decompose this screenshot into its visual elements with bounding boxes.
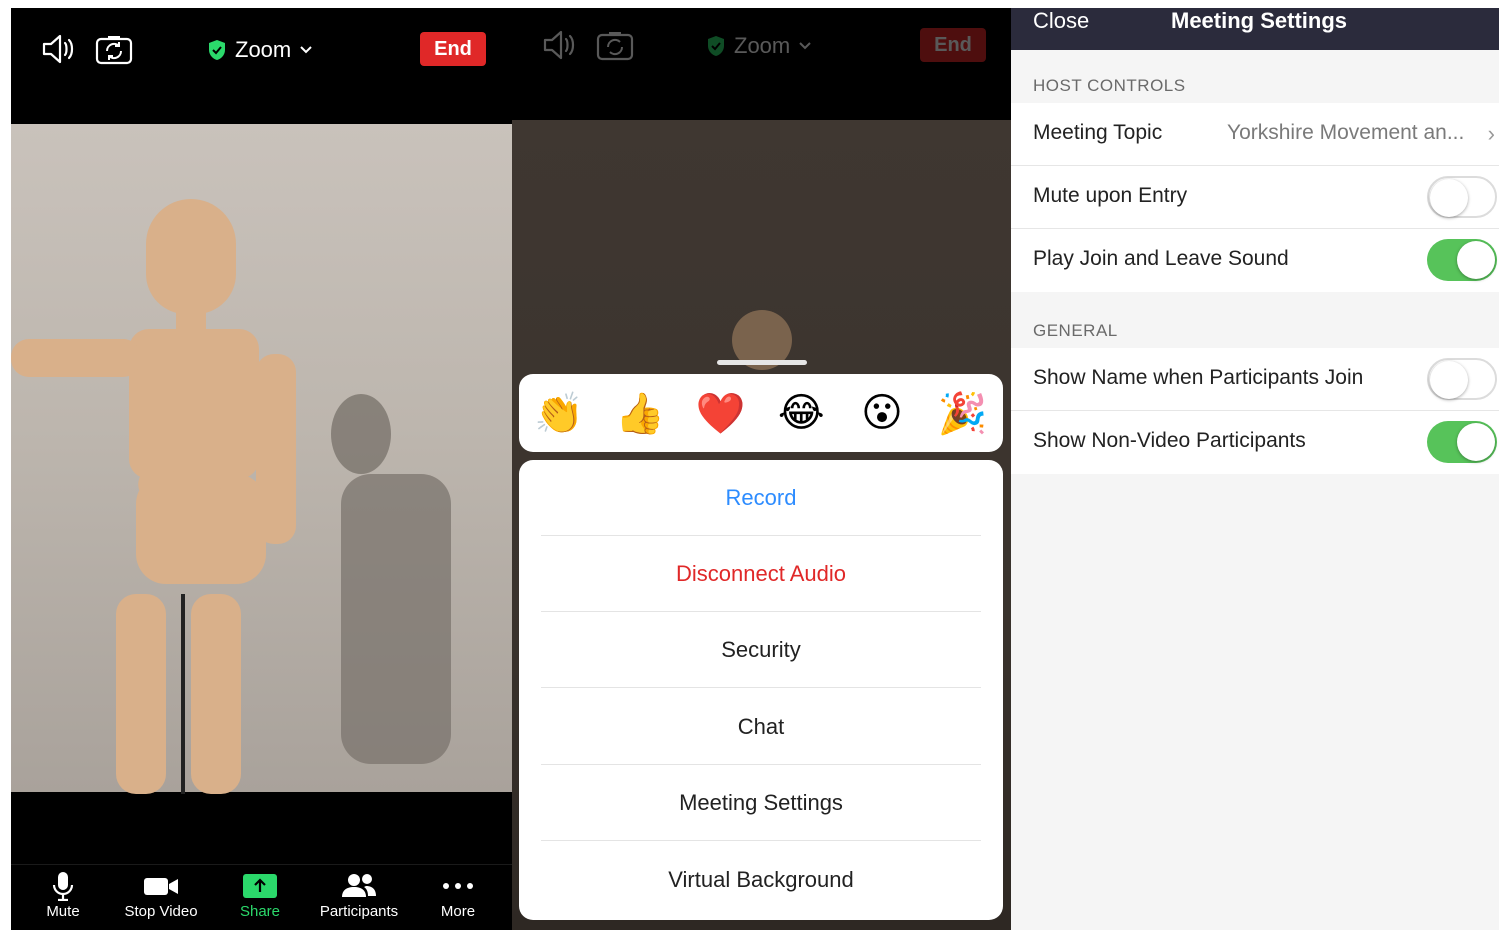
meeting-topic-row[interactable]: Meeting Topic Yorkshire Movement an... › xyxy=(1011,103,1499,166)
show-name-toggle[interactable] xyxy=(1427,358,1497,400)
end-meeting-button: End xyxy=(920,28,986,62)
more-menu-screen: Zoom End 👏 👍 ❤️ 😂 😮 🎉 Record Disconnect … xyxy=(512,8,1011,930)
page-title: Meeting Settings xyxy=(1171,8,1348,33)
speaker-icon xyxy=(542,28,580,62)
clap-reaction[interactable]: 👏 xyxy=(529,390,589,437)
meeting-title: Zoom xyxy=(734,33,791,58)
mute-upon-entry-label: Mute upon Entry xyxy=(1033,184,1188,207)
secure-shield-icon xyxy=(708,36,724,56)
stop-video-button[interactable]: Stop Video xyxy=(111,871,211,920)
switch-camera-icon xyxy=(596,28,634,62)
self-video-feed xyxy=(11,124,512,794)
thumbs-up-reaction[interactable]: 👍 xyxy=(610,390,670,437)
meeting-settings-menu-item[interactable]: Meeting Settings xyxy=(541,765,981,841)
share-button[interactable]: Share xyxy=(210,871,310,920)
meeting-top-bar: Zoom End xyxy=(11,8,512,88)
secure-shield-icon xyxy=(209,40,225,60)
meeting-title: Zoom xyxy=(235,37,292,62)
end-meeting-button[interactable]: End xyxy=(420,32,486,66)
host-controls-header: HOST CONTROLS xyxy=(1033,76,1186,95)
meeting-title-dropdown: Zoom xyxy=(706,30,812,62)
reactions-bar: 👏 👍 ❤️ 😂 😮 🎉 xyxy=(519,374,1003,452)
heart-reaction[interactable]: ❤️ xyxy=(691,390,751,437)
show-name-label: Show Name when Participants Join xyxy=(1033,366,1364,389)
microphone-icon xyxy=(52,872,74,901)
disconnect-audio-menu-item[interactable]: Disconnect Audio xyxy=(541,536,981,612)
chevron-right-icon: › xyxy=(1487,121,1495,146)
mute-upon-entry-row: Mute upon Entry xyxy=(1011,166,1499,229)
surprised-reaction[interactable]: 😮 xyxy=(852,390,912,436)
chevron-down-icon xyxy=(799,42,811,50)
meeting-topic-value: Yorkshire Movement an... xyxy=(1227,121,1465,144)
meeting-settings-screen: Close Meeting Settings HOST CONTROLS Mee… xyxy=(1011,8,1499,930)
join-leave-sound-row: Play Join and Leave Sound xyxy=(1011,229,1499,292)
meeting-screen: Zoom End Mute Stop Video Share Participa… xyxy=(11,8,512,930)
record-menu-item[interactable]: Record xyxy=(541,460,981,536)
sheet-drag-handle[interactable] xyxy=(717,360,807,365)
chat-menu-item[interactable]: Chat xyxy=(541,689,981,765)
speaker-icon[interactable] xyxy=(41,32,79,66)
more-button[interactable]: More xyxy=(408,871,508,920)
meeting-topic-label: Meeting Topic xyxy=(1033,121,1163,144)
participants-button[interactable]: Participants xyxy=(309,871,409,920)
more-menu: Record Disconnect Audio Security Chat Me… xyxy=(519,460,1003,920)
security-menu-item[interactable]: Security xyxy=(541,612,981,688)
join-leave-sound-toggle[interactable] xyxy=(1427,239,1497,281)
meeting-title-dropdown[interactable]: Zoom xyxy=(207,34,313,66)
participants-icon xyxy=(342,874,376,897)
joy-reaction[interactable]: 😂 xyxy=(771,390,831,436)
more-dots-icon xyxy=(443,883,473,889)
close-button[interactable]: Close xyxy=(1033,8,1089,34)
general-header: GENERAL xyxy=(1033,321,1118,340)
chevron-down-icon xyxy=(300,46,312,54)
party-reaction[interactable]: 🎉 xyxy=(933,390,993,437)
virtual-background-menu-item[interactable]: Virtual Background xyxy=(541,842,981,918)
mute-button[interactable]: Mute xyxy=(13,871,113,920)
meeting-toolbar: Mute Stop Video Share Participants More xyxy=(11,864,512,930)
switch-camera-icon[interactable] xyxy=(95,32,133,66)
show-name-row: Show Name when Participants Join xyxy=(1011,348,1499,411)
show-non-video-toggle[interactable] xyxy=(1427,421,1497,463)
show-non-video-row: Show Non-Video Participants xyxy=(1011,411,1499,474)
meeting-top-bar-dimmed: Zoom End xyxy=(512,8,1011,88)
settings-navbar: Close Meeting Settings xyxy=(1011,8,1499,50)
share-arrow-icon xyxy=(243,874,277,898)
video-camera-icon xyxy=(144,878,178,895)
show-non-video-label: Show Non-Video Participants xyxy=(1033,429,1306,452)
join-leave-sound-label: Play Join and Leave Sound xyxy=(1033,247,1289,270)
mute-upon-entry-toggle[interactable] xyxy=(1427,176,1497,218)
